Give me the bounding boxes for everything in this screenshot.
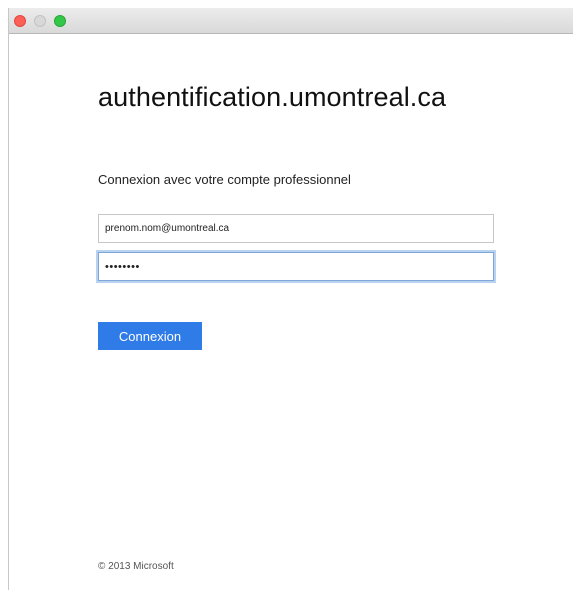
sign-in-page: authentification.umontreal.ca Connexion … [9, 34, 573, 590]
password-field[interactable] [98, 252, 494, 281]
sign-in-button[interactable]: Connexion [98, 322, 202, 350]
site-title: authentification.umontreal.ca [98, 82, 447, 112]
copyright-footer: © 2013 Microsoft [98, 561, 174, 572]
title-bar [9, 8, 573, 34]
minimize-window-icon[interactable] [34, 15, 46, 27]
zoom-window-icon[interactable] [54, 15, 66, 27]
sign-in-subtitle: Connexion avec votre compte professionne… [98, 172, 351, 187]
browser-window: authentification.umontreal.ca Connexion … [8, 8, 573, 590]
email-field[interactable] [98, 214, 494, 243]
close-window-icon[interactable] [14, 15, 26, 27]
